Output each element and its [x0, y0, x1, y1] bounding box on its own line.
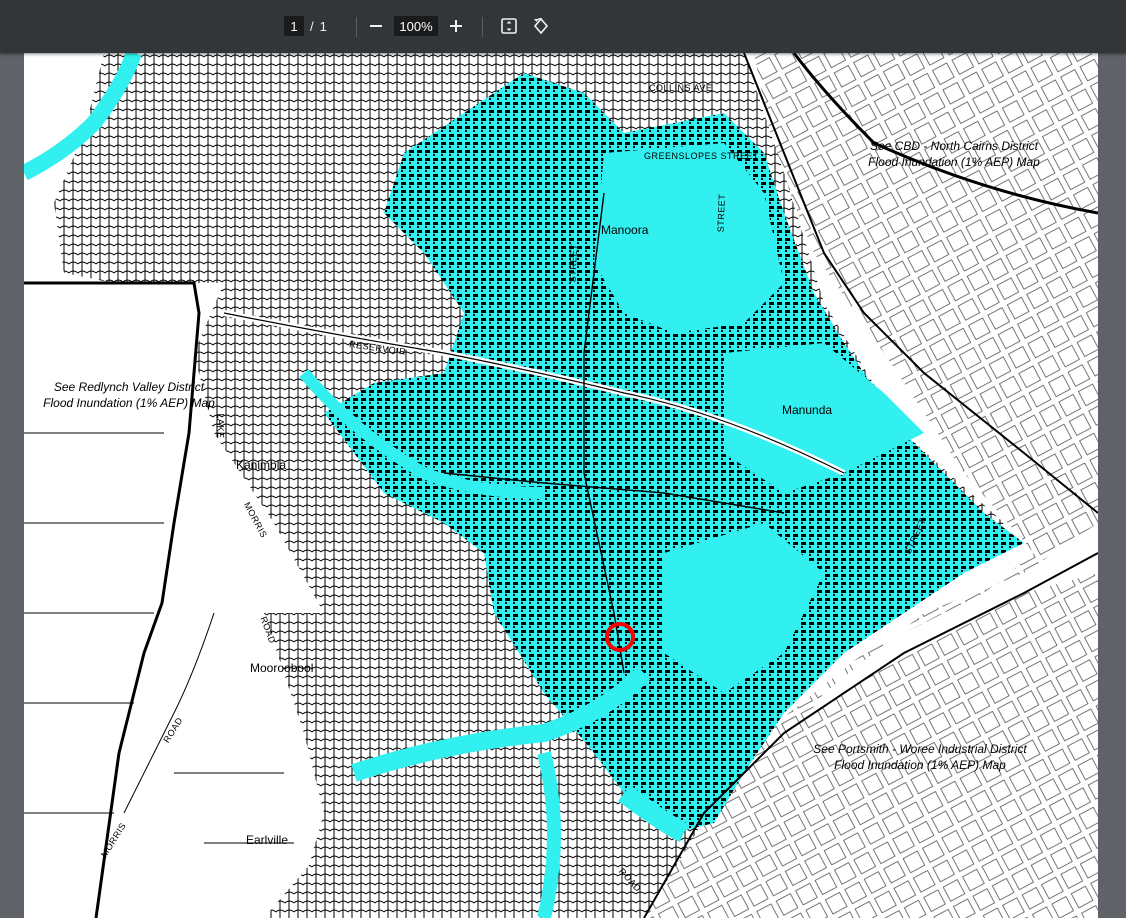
suburb-label-mooroobool: Mooroobool — [250, 661, 314, 675]
suburb-label-kanimbla: Kanimbla — [236, 458, 287, 472]
page-total: 1 — [319, 18, 327, 34]
view-controls — [497, 15, 553, 37]
divider — [482, 17, 483, 37]
suburb-label-manoora: Manoora — [601, 223, 649, 237]
street-label-lake: LAKE — [215, 413, 226, 439]
flood-map — [24, 53, 1098, 918]
street-label-street-2: STREET — [715, 193, 727, 233]
plus-icon — [450, 20, 462, 32]
page-number-input[interactable] — [284, 16, 304, 36]
zoom-in-button[interactable] — [444, 14, 468, 38]
divider — [356, 17, 357, 37]
page-navigation: / 1 — [284, 15, 333, 37]
fit-to-page-button[interactable] — [497, 14, 521, 38]
page-separator: / — [310, 18, 314, 34]
pdf-page: Manoora Manunda Kanimbla Mooroobool Earl… — [24, 53, 1098, 918]
rotate-icon — [533, 17, 549, 35]
suburb-label-manunda: Manunda — [782, 403, 833, 417]
minus-icon — [370, 25, 382, 27]
street-label-street-1: STREET — [567, 243, 579, 283]
street-label-collins: COLLINS AVE — [649, 83, 713, 93]
note-redlynch-map: See Redlynch Valley District Flood Inund… — [43, 380, 215, 410]
note-portsmith-map: See Portsmith - Woree Industrial Distric… — [813, 742, 1027, 772]
note-cbd-map: See CBD - North Cairns District Flood In… — [868, 139, 1040, 169]
rotate-button[interactable] — [529, 14, 553, 38]
zoom-level-input[interactable] — [394, 16, 438, 36]
suburb-label-earlville: Earlville — [246, 833, 289, 847]
pdf-toolbar: / 1 — [0, 0, 1126, 53]
zoom-out-button[interactable] — [364, 14, 388, 38]
fit-page-icon — [501, 18, 517, 34]
zoom-controls — [364, 15, 468, 37]
street-label-greenslopes: GREENSLOPES STREET — [644, 151, 760, 161]
